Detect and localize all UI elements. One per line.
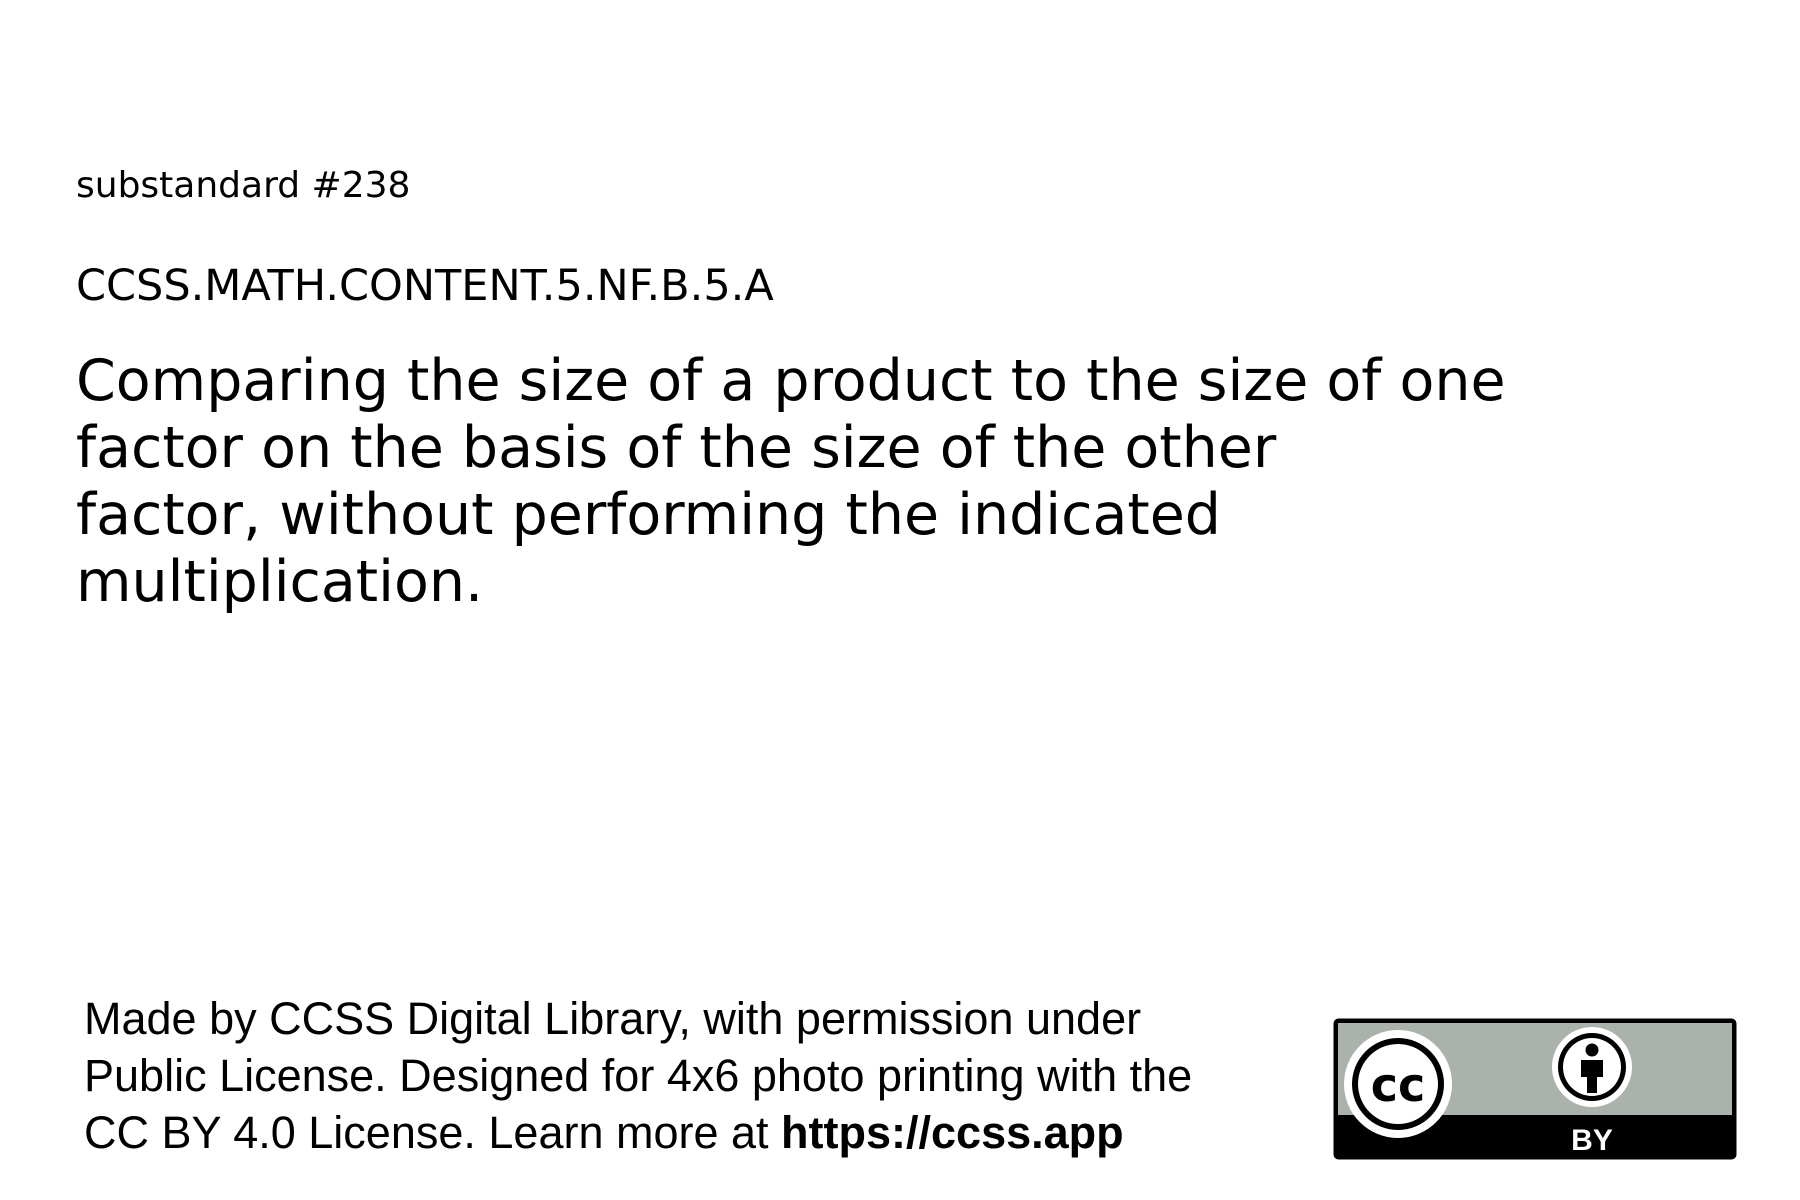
standard-card: substandard #238 CCSS.MATH.CONTENT.5.NF.…: [0, 0, 1800, 1200]
description-line: Comparing the size of a product to the s…: [76, 348, 1506, 414]
description-line: multiplication.: [76, 549, 484, 615]
standard-description: Comparing the size of a product to the s…: [76, 348, 1656, 616]
attribution-line-1: Made by CCSS Digital Library, with permi…: [84, 993, 1142, 1044]
cc-icon: cc: [1344, 1030, 1452, 1138]
by-label: BY: [1571, 1124, 1613, 1157]
attribution-line-2: Public License. Designed for 4x6 photo p…: [84, 1050, 1193, 1101]
standard-code: CCSS.MATH.CONTENT.5.NF.B.5.A: [76, 261, 774, 311]
attribution-line-3-text: CC BY 4.0 License. Learn more at: [84, 1107, 782, 1158]
attribution-person-icon: [1552, 1027, 1632, 1107]
ccss-app-link[interactable]: https://ccss.app: [781, 1107, 1124, 1158]
description-line: factor on the basis of the size of the o…: [76, 415, 1277, 481]
cc-by-license-badge: cc BY: [1333, 1018, 1737, 1160]
cc-icon-text: cc: [1371, 1058, 1426, 1112]
description-line: factor, without performing the indicated: [76, 482, 1221, 548]
substandard-label: substandard #238: [76, 165, 411, 206]
attribution-line-3: CC BY 4.0 License. Learn more at https:/…: [84, 1104, 1334, 1161]
attribution-text: Made by CCSS Digital Library, with permi…: [84, 990, 1334, 1161]
